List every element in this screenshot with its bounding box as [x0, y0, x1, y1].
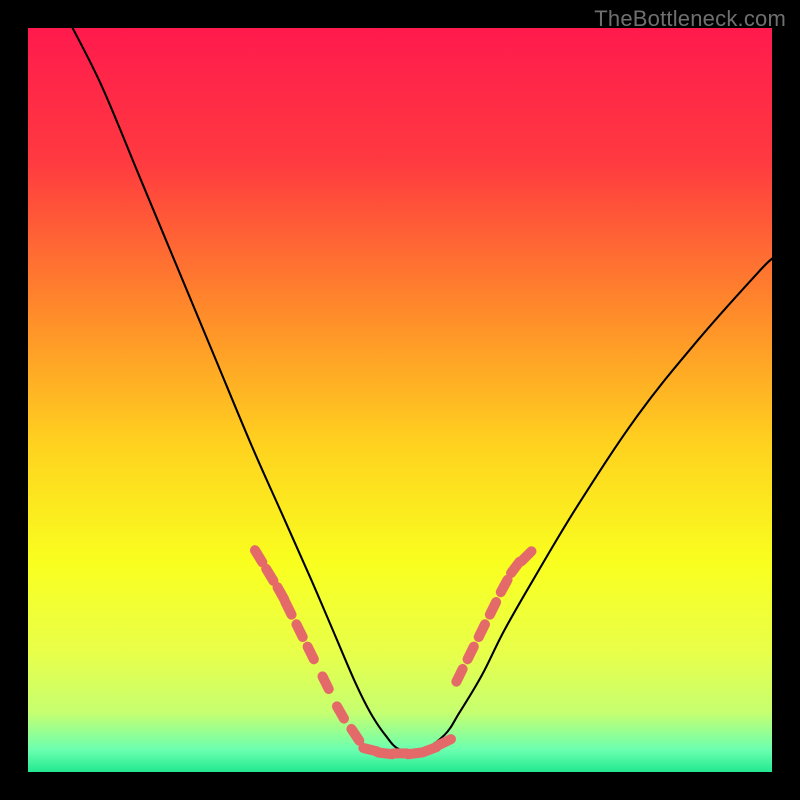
bead-marker [468, 647, 474, 660]
bead-marker [456, 669, 462, 682]
bead-marker [266, 569, 273, 581]
bottleneck-curve [73, 28, 772, 752]
bead-marker [501, 580, 508, 592]
curve-layer [28, 28, 772, 772]
bead-marker [490, 602, 496, 615]
bead-marker [308, 647, 314, 660]
marker-beads [255, 550, 531, 754]
bead-marker [479, 624, 485, 637]
bead-marker [337, 706, 344, 718]
bead-marker [351, 729, 359, 741]
bead-marker [438, 739, 451, 745]
bead-marker [521, 551, 531, 561]
watermark: TheBottleneck.com [594, 6, 786, 32]
bead-marker [296, 624, 302, 637]
plot-area [28, 28, 772, 772]
bead-marker [285, 602, 291, 615]
chart-frame: TheBottleneck.com [0, 0, 800, 800]
bead-marker [322, 676, 328, 689]
bead-marker [255, 550, 262, 562]
